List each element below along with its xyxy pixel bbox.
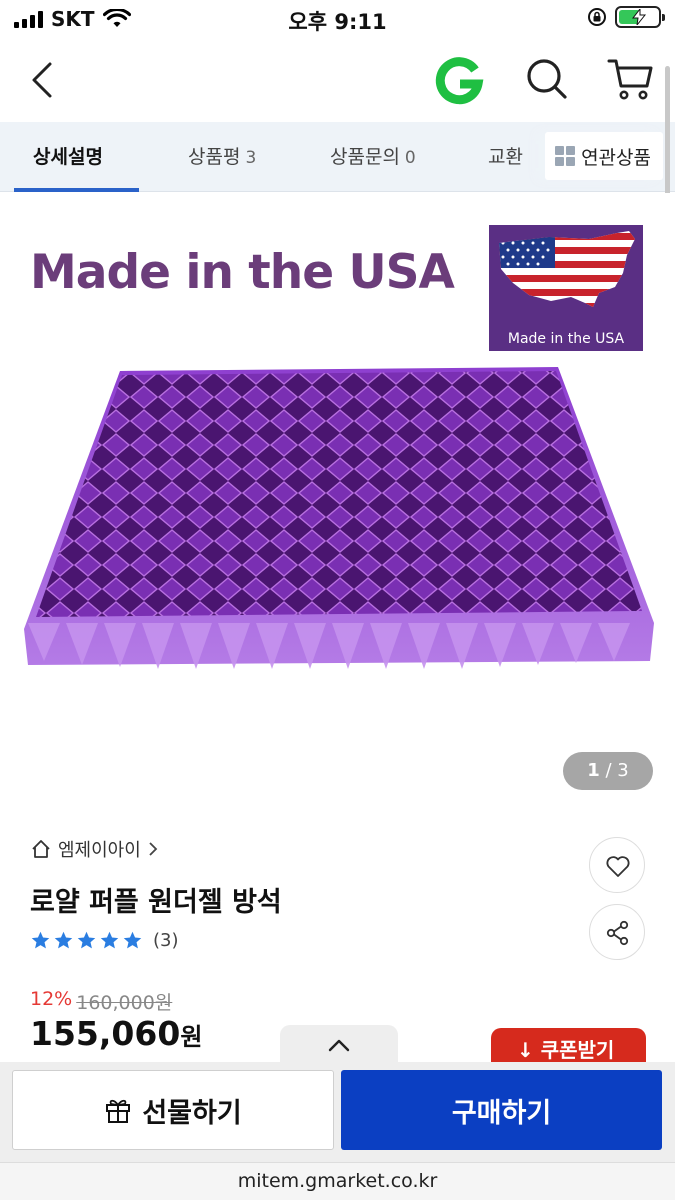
tab-exchange[interactable]: 교환 [488, 122, 523, 192]
product-image-carousel[interactable]: Made in the USA Made in the USA 1 / 3 [0, 193, 675, 813]
star-icon [77, 931, 96, 949]
purple-gel-cushion-image [24, 367, 654, 669]
app-header [0, 38, 675, 122]
review-count: (3) [153, 930, 179, 951]
tab-label: 상품문의 [330, 146, 400, 168]
star-icon [31, 931, 50, 949]
gmarket-logo-icon[interactable] [434, 56, 484, 106]
tab-count: 3 [245, 148, 257, 168]
battery-icon [615, 6, 665, 28]
star-icon [100, 931, 119, 949]
charging-bolt-icon [631, 9, 647, 25]
chevron-up-icon [328, 1039, 350, 1052]
chevron-left-icon[interactable] [22, 56, 66, 104]
purchase-bar: 선물하기 구매하기 [0, 1062, 675, 1162]
seller-link[interactable]: 엠제이아이 [30, 836, 159, 862]
pager-total: 3 [617, 760, 629, 781]
share-button[interactable] [589, 904, 645, 960]
price-value: 155,060 [30, 1014, 181, 1053]
tab-label: 교환 [488, 146, 523, 168]
chevron-right-icon [149, 842, 158, 856]
product-title: 로얄 퍼플 원더젤 방석 [30, 887, 282, 918]
tab-label: 상세설명 [33, 146, 103, 168]
browser-url-bar[interactable]: mitem.gmarket.co.kr [0, 1162, 675, 1200]
price-unit: 원 [180, 1023, 203, 1051]
flag-caption: Made in the USA [507, 331, 625, 347]
rotation-lock-icon [588, 8, 606, 26]
status-time: 오후 9:11 [288, 10, 387, 34]
seller-name: 엠제이아이 [58, 840, 141, 861]
active-tab-indicator [14, 188, 139, 192]
url-text: mitem.gmarket.co.kr [237, 1170, 438, 1192]
coupon-label: ↓ 쿠폰받기 [517, 1038, 615, 1062]
detail-tabs: 상세설명 상품평 3 상품문의 0 교환 연관상품 [0, 122, 675, 192]
gift-icon [106, 1099, 131, 1123]
image-pager: 1 / 3 [563, 752, 653, 790]
pager-current: 1 [587, 760, 600, 781]
usa-flag-badge: Made in the USA [489, 225, 643, 351]
share-icon [606, 920, 629, 946]
rating-row[interactable]: (3) [30, 930, 179, 951]
grid-icon [555, 146, 576, 166]
made-in-usa-headline: Made in the USA [30, 245, 455, 300]
sale-price: 155,060원 [30, 1014, 202, 1053]
tab-qna[interactable]: 상품문의 0 [330, 122, 416, 192]
star-icon [123, 931, 142, 949]
discount-row: 12% 160,000원 [30, 988, 172, 1015]
related-products-button[interactable]: 연관상품 [545, 132, 663, 180]
tab-description[interactable]: 상세설명 [33, 122, 103, 192]
tab-label: 상품평 [188, 146, 241, 168]
buy-label: 구매하기 [451, 1097, 552, 1129]
wishlist-button[interactable] [589, 837, 645, 893]
related-products-label: 연관상품 [581, 146, 651, 169]
cart-icon[interactable] [605, 54, 657, 104]
discount-rate: 12% [30, 988, 73, 1010]
status-right [587, 6, 665, 28]
gift-label: 선물하기 [142, 1097, 242, 1129]
tab-count: 0 [404, 148, 416, 168]
usa-map-flag-icon [499, 231, 635, 307]
heart-icon [606, 856, 630, 877]
buy-button[interactable]: 구매하기 [341, 1070, 662, 1150]
search-icon[interactable] [522, 54, 570, 104]
gift-button[interactable]: 선물하기 [12, 1070, 334, 1150]
original-price: 160,000원 [76, 992, 173, 1014]
status-bar: SKT 오후 9:11 [0, 0, 675, 38]
expand-toggle[interactable] [280, 1025, 398, 1067]
tab-reviews[interactable]: 상품평 3 [188, 122, 256, 192]
store-home-icon [32, 840, 50, 858]
star-icon [54, 931, 73, 949]
